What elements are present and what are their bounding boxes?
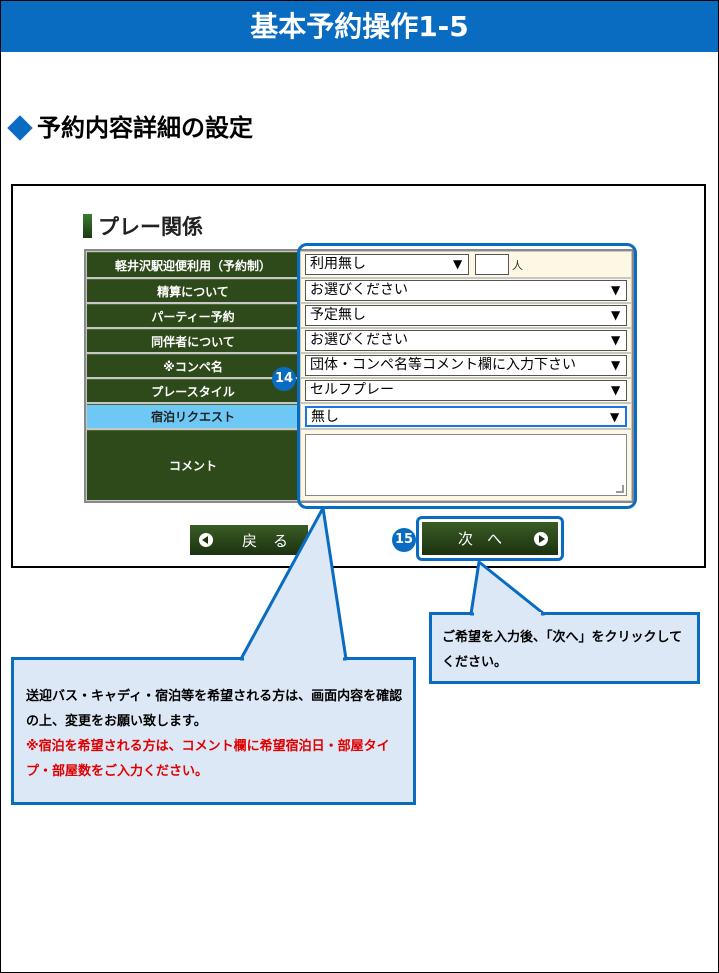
form-label-comment: コメント: [87, 430, 299, 500]
callout-next-text: ご希望を入力後、「次へ」をクリックしてください。: [442, 630, 683, 670]
diamond-bullet-icon: [7, 115, 33, 141]
callout-next-pointer: [469, 560, 546, 616]
arrow-left-icon: [199, 533, 213, 547]
form-title: プレー関係: [83, 213, 203, 239]
callout-main-note: ※宿泊を希望される方は、コメント欄に希望宿泊日・部屋タイプ・部屋数をご入力くださ…: [26, 739, 390, 779]
next-highlight-frame: [416, 516, 564, 561]
form-label-companion: 同伴者について: [87, 329, 299, 352]
form-label-bus: 軽井沢駅迎便利用（予約制）: [87, 252, 299, 277]
form-label-playstyle: プレースタイル: [87, 379, 299, 402]
form-label-payment: 精算について: [87, 279, 299, 302]
page-header: 基本予約操作1-5: [1, 1, 718, 52]
form-label-lodging: 宿泊リクエスト: [87, 404, 299, 428]
form-label-party: パーティー予約: [87, 304, 299, 327]
step-badge-15: 15: [392, 528, 416, 552]
section-heading-text: 予約内容詳細の設定: [37, 114, 253, 142]
callout-main: 送迎バス・キャディ・宿泊等を希望される方は、画面内容を確認の上、変更をお願い致し…: [11, 657, 416, 805]
step-badge-14: 14: [272, 367, 296, 391]
form-label-competition: ※コンペ名: [87, 354, 299, 377]
callout-next: ご希望を入力後、「次へ」をクリックしてください。: [429, 612, 700, 684]
form-title-text: プレー関係: [98, 214, 203, 239]
back-button[interactable]: 戻る: [190, 525, 308, 555]
page: 基本予約操作1-5 予約内容詳細の設定 プレー関係 軽井沢駅迎便利用（予約制） …: [0, 0, 719, 973]
section-heading: 予約内容詳細の設定: [7, 113, 253, 143]
back-button-label: 戻る: [242, 531, 305, 550]
title-bar-icon: [83, 214, 92, 238]
callout-main-text: 送迎バス・キャディ・宿泊等を希望される方は、画面内容を確認の上、変更をお願い致し…: [26, 689, 403, 729]
form-highlight-frame: [297, 243, 637, 509]
